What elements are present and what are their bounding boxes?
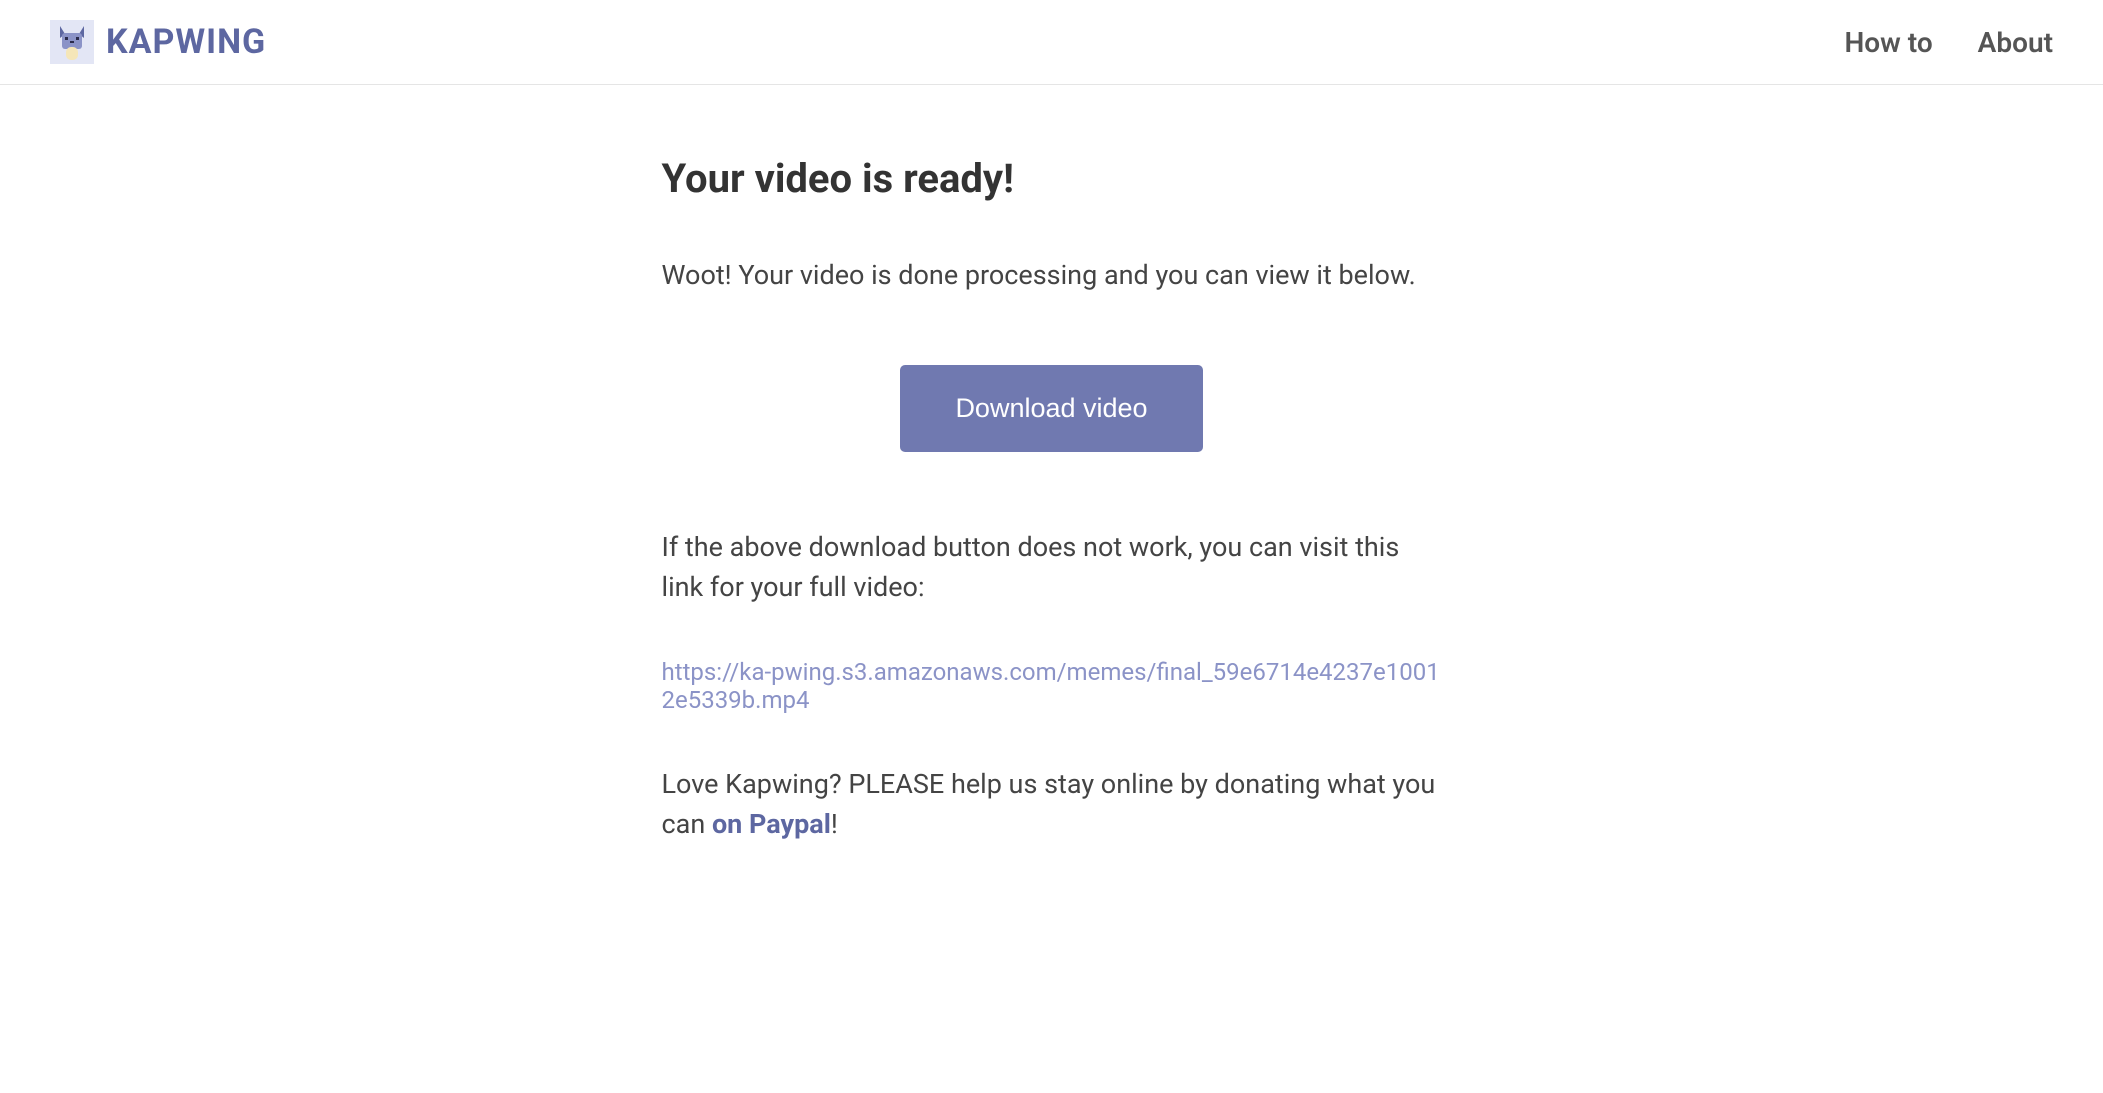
- fallback-text: If the above download button does not wo…: [662, 527, 1442, 608]
- subtitle-text: Woot! Your video is done processing and …: [662, 257, 1442, 295]
- page-title: Your video is ready!: [662, 155, 1442, 202]
- donate-text: Love Kapwing? PLEASE help us stay online…: [662, 764, 1442, 845]
- nav-howto[interactable]: How to: [1844, 26, 1932, 59]
- logo[interactable]: KAPWING: [50, 20, 266, 64]
- paypal-link[interactable]: on Paypal: [712, 808, 831, 840]
- nav-about[interactable]: About: [1978, 26, 2053, 59]
- kapwing-logo-icon: [50, 20, 94, 64]
- download-button[interactable]: Download video: [900, 365, 1202, 452]
- main-content: Your video is ready! Woot! Your video is…: [642, 85, 1462, 885]
- video-url-link[interactable]: https://ka-pwing.s3.amazonaws.com/memes/…: [662, 658, 1442, 714]
- download-wrapper: Download video: [662, 365, 1442, 452]
- donate-suffix: !: [831, 808, 838, 840]
- main-nav: How to About: [1844, 26, 2053, 59]
- brand-name: KAPWING: [106, 22, 266, 62]
- cat-icon: [56, 24, 88, 60]
- header: KAPWING How to About: [0, 0, 2103, 85]
